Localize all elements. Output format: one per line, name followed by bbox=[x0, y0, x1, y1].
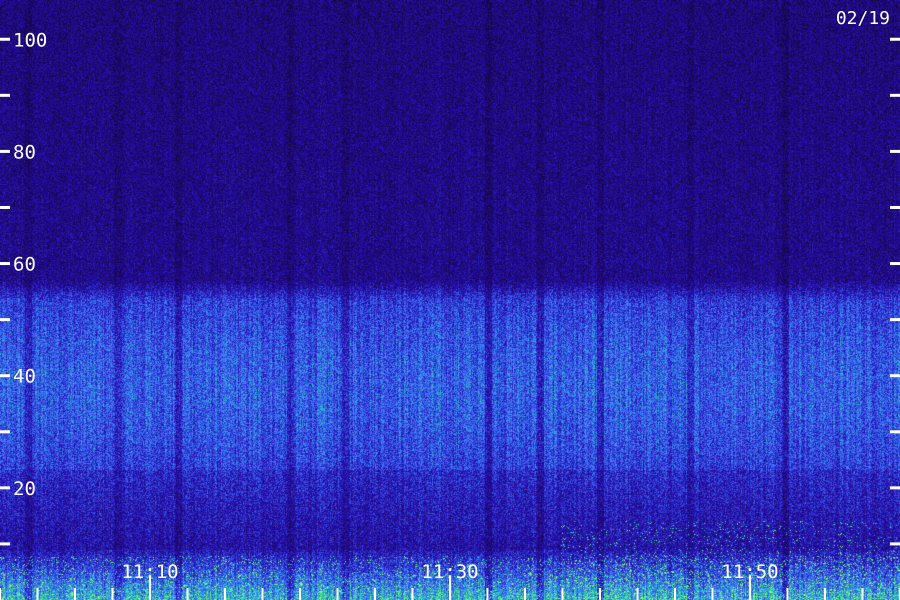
y-tick-left-4 bbox=[0, 262, 10, 266]
x-tick-mark-17 bbox=[636, 588, 639, 600]
y-tick-right-2 bbox=[890, 149, 900, 153]
y-tick-right-5 bbox=[890, 318, 900, 322]
x-tick-mark-11 bbox=[411, 588, 414, 600]
y-tick-label-8: 20 bbox=[13, 478, 36, 500]
x-tick-mark-16 bbox=[599, 588, 601, 600]
x-tick-mark-22 bbox=[824, 588, 826, 600]
y-tick-label-4: 60 bbox=[13, 254, 36, 276]
x-tick-mark-13 bbox=[486, 588, 489, 600]
x-tick-mark-19 bbox=[711, 588, 714, 600]
x-tick-mark-2 bbox=[74, 588, 76, 600]
spectrogram-axes: 100 80 60 40 20 11:10 11:30 11:50 02/19 bbox=[0, 8, 900, 600]
x-tick-mark-14 bbox=[524, 588, 526, 600]
y-tick-right-1 bbox=[890, 93, 900, 97]
y-tick-right-6 bbox=[890, 374, 900, 378]
y-tick-left-3 bbox=[0, 205, 10, 209]
y-tick-left-7 bbox=[0, 430, 10, 434]
x-tick-mark-3 bbox=[111, 588, 114, 600]
x-tick-mark-21 bbox=[786, 588, 789, 600]
x-tick-mark-10 bbox=[374, 588, 376, 600]
x-tick-label-1: 11:30 bbox=[421, 561, 478, 583]
x-tick-mark-6 bbox=[224, 588, 226, 600]
y-tick-left-6 bbox=[0, 374, 10, 378]
x-tick-mark-8 bbox=[299, 588, 301, 600]
y-tick-left-5 bbox=[0, 318, 10, 322]
x-tick-mark-1 bbox=[36, 588, 39, 600]
x-tick-mark-5 bbox=[186, 588, 189, 600]
x-tick-mark-9 bbox=[336, 588, 339, 600]
y-tick-right-8 bbox=[890, 486, 900, 490]
spectrogram-panel: 100 80 60 40 20 11:10 11:30 11:50 02/19 bbox=[0, 0, 900, 600]
y-tick-label-2: 80 bbox=[13, 141, 36, 163]
x-tick-mark-15 bbox=[561, 588, 564, 600]
y-axis: 100 80 60 40 20 bbox=[0, 29, 900, 546]
y-tick-left-1 bbox=[0, 93, 10, 97]
date-label: 02/19 bbox=[836, 8, 890, 29]
y-tick-right-9 bbox=[890, 542, 900, 546]
y-tick-right-4 bbox=[890, 262, 900, 266]
y-tick-label-0: 100 bbox=[13, 29, 47, 51]
x-tick-mark-7 bbox=[261, 588, 264, 600]
y-tick-left-2 bbox=[0, 149, 10, 153]
y-tick-left-9 bbox=[0, 542, 10, 546]
x-tick-label-0: 11:10 bbox=[121, 561, 178, 583]
y-tick-right-3 bbox=[890, 205, 900, 209]
x-tick-mark-0 bbox=[0, 588, 1, 600]
y-tick-right-0 bbox=[890, 37, 900, 41]
x-tick-mark-18 bbox=[674, 588, 676, 600]
x-tick-label-2: 11:50 bbox=[721, 561, 778, 583]
y-tick-right-7 bbox=[890, 430, 900, 434]
y-tick-label-6: 40 bbox=[13, 366, 36, 388]
y-tick-left-0 bbox=[0, 37, 10, 41]
x-axis: 11:10 11:30 11:50 bbox=[0, 561, 900, 600]
y-tick-left-8 bbox=[0, 486, 10, 490]
x-tick-mark-23 bbox=[861, 588, 864, 600]
